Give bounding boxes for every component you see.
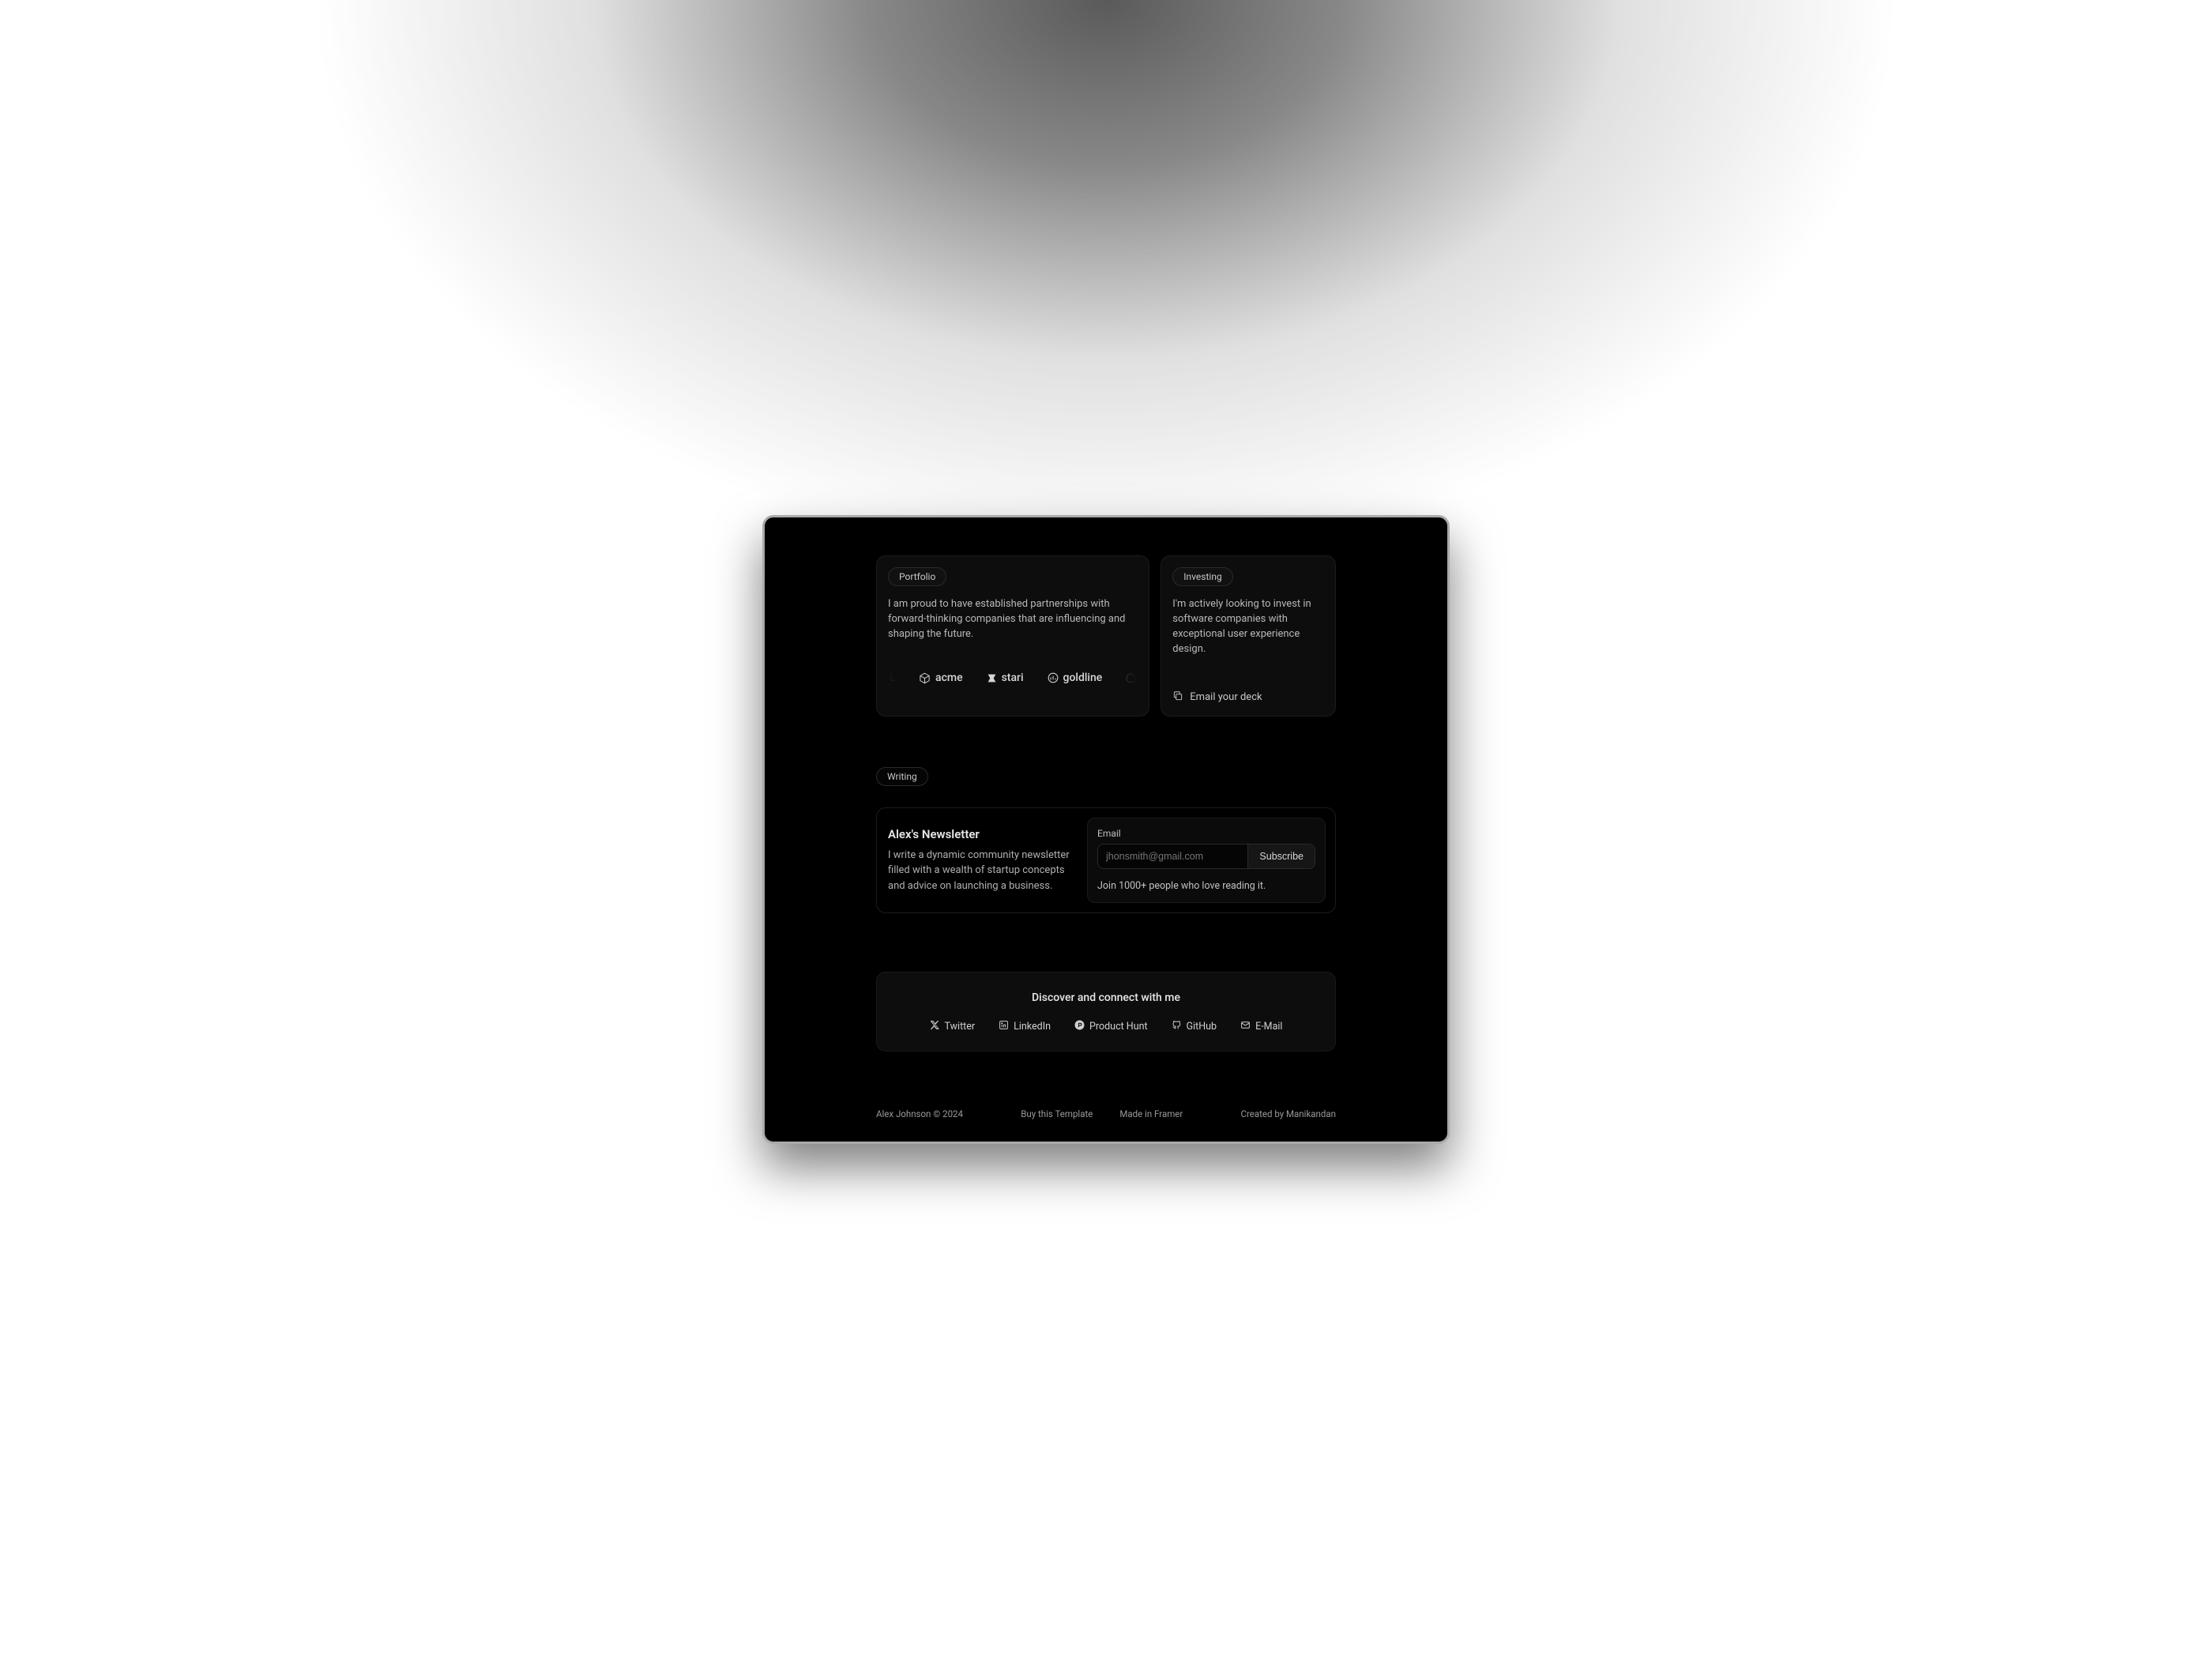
social-links: Twitter LinkedIn Product Hunt [888,1020,1324,1033]
writing-section: Writing Alex's Newsletter I write a dyna… [876,767,1336,914]
logo-acme: acme [919,672,963,684]
producthunt-label: Product Hunt [1089,1021,1148,1033]
newsletter-title: Alex's Newsletter [888,827,1076,841]
portfolio-pill: Portfolio [888,567,946,586]
content-wrapper: Portfolio I am proud to have established… [876,555,1336,1119]
copy-icon [1172,690,1183,705]
twitter-icon [930,1020,940,1033]
github-label: GitHub [1187,1021,1217,1033]
social-github[interactable]: GitHub [1172,1020,1217,1033]
social-producthunt[interactable]: Product Hunt [1074,1020,1148,1033]
linkedin-label: LinkedIn [1014,1021,1051,1033]
footer-author-link[interactable]: Created by Manikandan [1241,1108,1337,1119]
page-frame: Portfolio I am proud to have established… [762,515,1450,1144]
portfolio-card: Portfolio I am proud to have established… [876,555,1149,717]
newsletter-form: Email Subscribe Join 1000+ people who lo… [1087,818,1326,904]
twitter-label: Twitter [945,1021,976,1033]
email-field[interactable] [1098,845,1247,868]
footer: Alex Johnson © 2024 Buy this Template Ma… [876,1108,1336,1119]
email-deck-link[interactable]: Email your deck [1172,690,1324,705]
linkedin-icon [999,1020,1009,1033]
join-text: Join 1000+ people who love reading it. [1097,880,1315,892]
logo-edge-right [1126,673,1136,683]
newsletter-info: Alex's Newsletter I write a dynamic comm… [886,818,1076,904]
logo-edge-left: L [890,672,895,684]
partner-logos: L acme stari [888,672,1138,684]
top-row: Portfolio I am proud to have established… [876,555,1336,717]
logo-acme-label: acme [935,672,963,684]
email-social-label: E-Mail [1255,1021,1282,1033]
footer-copyright: Alex Johnson © 2024 [876,1108,963,1119]
logo-stari-label: stari [1002,672,1024,684]
stari-icon [987,673,997,683]
investing-pill: Investing [1172,567,1232,586]
writing-pill: Writing [876,767,928,786]
footer-made-link[interactable]: Made in Framer [1119,1108,1183,1119]
connect-card: Discover and connect with me Twitter Lin… [876,972,1336,1051]
investing-card: Investing I'm actively looking to invest… [1161,555,1336,717]
logo-goldline: goldline [1048,672,1103,684]
newsletter-card: Alex's Newsletter I write a dynamic comm… [876,807,1336,914]
portfolio-text: I am proud to have established partnersh… [888,596,1138,642]
email-deck-label: Email your deck [1190,691,1262,703]
subscribe-button[interactable]: Subscribe [1247,845,1315,868]
social-linkedin[interactable]: LinkedIn [999,1020,1051,1033]
investing-text: I'm actively looking to invest in softwa… [1172,596,1324,657]
footer-buy-link[interactable]: Buy this Template [1021,1108,1093,1119]
footer-middle: Buy this Template Made in Framer [1021,1108,1183,1119]
social-twitter[interactable]: Twitter [930,1020,976,1033]
connect-title: Discover and connect with me [888,991,1324,1004]
logo-stari: stari [987,672,1024,684]
email-icon [1240,1020,1251,1033]
email-input-row: Subscribe [1097,844,1315,869]
newsletter-desc: I write a dynamic community newsletter f… [888,848,1076,894]
logo-goldline-label: goldline [1063,672,1103,684]
social-email[interactable]: E-Mail [1240,1020,1282,1033]
github-icon [1172,1020,1182,1033]
goldline-icon [1048,672,1059,683]
email-label: Email [1097,828,1315,839]
producthunt-icon [1074,1020,1085,1033]
acme-icon [919,672,931,684]
